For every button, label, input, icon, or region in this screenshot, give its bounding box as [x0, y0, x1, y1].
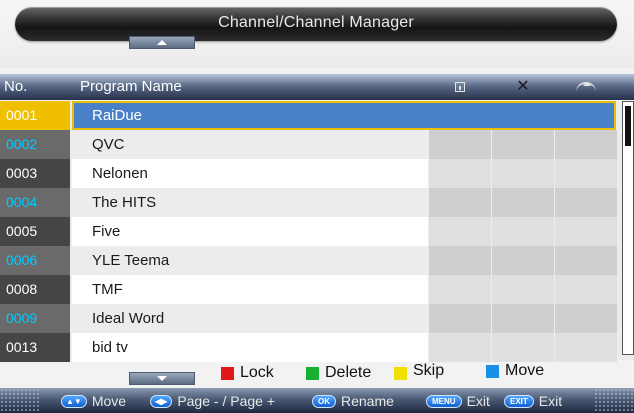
channel-name: YLE Teema	[72, 246, 428, 275]
hint-move-label: Move	[91, 393, 127, 409]
channel-name: The HITS	[72, 188, 428, 217]
channel-number: 0002	[0, 130, 70, 159]
channel-row[interactable]: 0004 The HITS	[0, 188, 622, 217]
blue-key-icon	[486, 364, 499, 378]
green-key-icon	[306, 366, 319, 380]
channel-name: TMF	[72, 275, 428, 304]
lock-cell[interactable]	[429, 188, 491, 217]
grip-right	[594, 388, 634, 413]
channel-row[interactable]: 0002 QVC	[0, 130, 622, 159]
channel-number: 0008	[0, 275, 70, 304]
delete-cell[interactable]	[492, 304, 554, 333]
channel-name: Five	[72, 217, 428, 246]
lock-cell[interactable]	[429, 304, 491, 333]
skip-cell[interactable]	[555, 333, 617, 362]
skip-icon	[555, 74, 617, 100]
skip-cell[interactable]	[555, 217, 617, 246]
lock-cell[interactable]	[429, 159, 491, 188]
title-area: Channel/Channel Manager	[0, 0, 634, 68]
exit-key-icon: EXIT	[504, 394, 534, 408]
channel-name: Nelonen	[72, 159, 428, 188]
channel-row[interactable]: 0001 RaiDue	[0, 101, 622, 130]
column-no-label: No.	[4, 78, 28, 95]
menu-key-icon: MENU	[426, 394, 462, 408]
delete-cell[interactable]	[492, 333, 554, 362]
scroll-down-button[interactable]	[129, 372, 195, 385]
delete-cell[interactable]	[492, 217, 554, 246]
channel-name: QVC	[72, 130, 428, 159]
legend-delete-label: Delete	[325, 364, 372, 381]
channel-row[interactable]: 0003 Nelonen	[0, 159, 622, 188]
legend-move: Move	[486, 362, 544, 380]
lock-cell[interactable]	[429, 217, 491, 246]
channel-number: 0005	[0, 217, 70, 246]
column-header: No. Program Name ✕	[0, 74, 634, 100]
grip-left	[0, 388, 40, 413]
hint-exit: EXIT Exit	[504, 393, 562, 409]
channel-number: 0009	[0, 304, 70, 333]
updown-key-icon: ▲▼	[61, 394, 87, 408]
skip-cell[interactable]	[555, 159, 617, 188]
channel-row[interactable]: 0006 YLE Teema	[0, 246, 622, 275]
legend-skip-label: Skip	[413, 361, 445, 379]
channel-number: 0001	[0, 101, 70, 130]
ok-key-icon: OK	[312, 394, 336, 408]
skip-cell[interactable]	[555, 188, 617, 217]
hint-menu-exit-label: Exit	[466, 393, 490, 409]
channel-number: 0013	[0, 333, 70, 362]
leftright-key-icon: ◀▶	[150, 394, 173, 408]
hint-rename-label: Rename	[341, 393, 394, 409]
channel-number: 0003	[0, 159, 70, 188]
legend-skip: Skip	[394, 361, 444, 380]
channel-number: 0006	[0, 246, 70, 275]
legend-delete: Delete	[306, 364, 371, 382]
lock-cell[interactable]	[429, 275, 491, 304]
hint-move: ▲▼ Move	[61, 393, 126, 409]
channel-name: bid tv	[72, 333, 428, 362]
delete-icon: ✕	[516, 78, 530, 95]
skip-cell[interactable]	[555, 246, 617, 275]
channel-row[interactable]: 0013 bid tv	[0, 333, 622, 362]
hint-menu-exit: MENU Exit	[426, 393, 490, 409]
lock-cell[interactable]	[429, 130, 491, 159]
delete-cell[interactable]	[492, 159, 554, 188]
lock-cell[interactable]	[429, 333, 491, 362]
arrow-up-icon	[157, 40, 167, 45]
channel-list: 0001 RaiDue 0002 QVC 0003 Nelonen 0004 T…	[0, 101, 634, 362]
channel-row[interactable]: 0009 Ideal Word	[0, 304, 622, 333]
scrollbar-thumb[interactable]	[625, 106, 631, 146]
channel-row[interactable]: 0008 TMF	[0, 275, 622, 304]
yellow-key-icon	[394, 367, 407, 380]
hint-page: ◀▶ Page - / Page +	[150, 393, 275, 409]
channel-name: Ideal Word	[72, 304, 428, 333]
column-name-label: Program Name	[80, 78, 182, 95]
scroll-up-button[interactable]	[129, 36, 195, 49]
legend-lock-label: Lock	[240, 364, 274, 381]
page-title: Channel/Channel Manager	[15, 7, 617, 41]
delete-cell[interactable]	[492, 130, 554, 159]
skip-cell[interactable]	[555, 130, 617, 159]
skip-cell[interactable]	[555, 304, 617, 333]
arrow-down-icon	[157, 376, 167, 381]
delete-cell[interactable]	[492, 275, 554, 304]
delete-cell[interactable]	[492, 246, 554, 275]
hint-bar: ▲▼ Move ◀▶ Page - / Page + OK Rename MEN…	[0, 388, 634, 413]
lock-icon	[429, 74, 491, 100]
hint-page-label: Page - / Page +	[177, 393, 275, 409]
list-scrollbar[interactable]	[622, 101, 634, 355]
skip-cell[interactable]	[555, 275, 617, 304]
hint-exit-label: Exit	[538, 393, 563, 409]
hint-rename: OK Rename	[312, 393, 394, 409]
red-key-icon	[221, 366, 234, 380]
lock-cell[interactable]	[429, 246, 491, 275]
delete-cell[interactable]	[492, 188, 554, 217]
channel-name: RaiDue	[72, 101, 616, 130]
legend-lock: Lock	[221, 364, 274, 382]
legend-move-label: Move	[505, 362, 545, 379]
channel-number: 0004	[0, 188, 70, 217]
channel-row[interactable]: 0005 Five	[0, 217, 622, 246]
